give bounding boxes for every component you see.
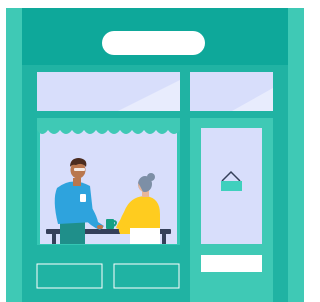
- storefront-svg: [0, 0, 304, 302]
- storefront-illustration: [0, 0, 304, 302]
- man-cup: [80, 194, 86, 202]
- woman-chair: [130, 228, 160, 244]
- facade-left-edge: [6, 8, 22, 302]
- man-hand: [97, 225, 103, 229]
- man-glasses: [74, 168, 85, 171]
- door-mail-slot: [201, 255, 262, 272]
- man-neck: [73, 178, 81, 186]
- table-leg-right: [162, 234, 166, 244]
- facade-right-edge: [288, 8, 304, 302]
- table-leg-left: [52, 234, 56, 244]
- woman-hair-bun: [147, 173, 155, 181]
- cup-body: [106, 219, 114, 229]
- sign-card: [221, 181, 242, 191]
- sign-plate: [102, 31, 205, 55]
